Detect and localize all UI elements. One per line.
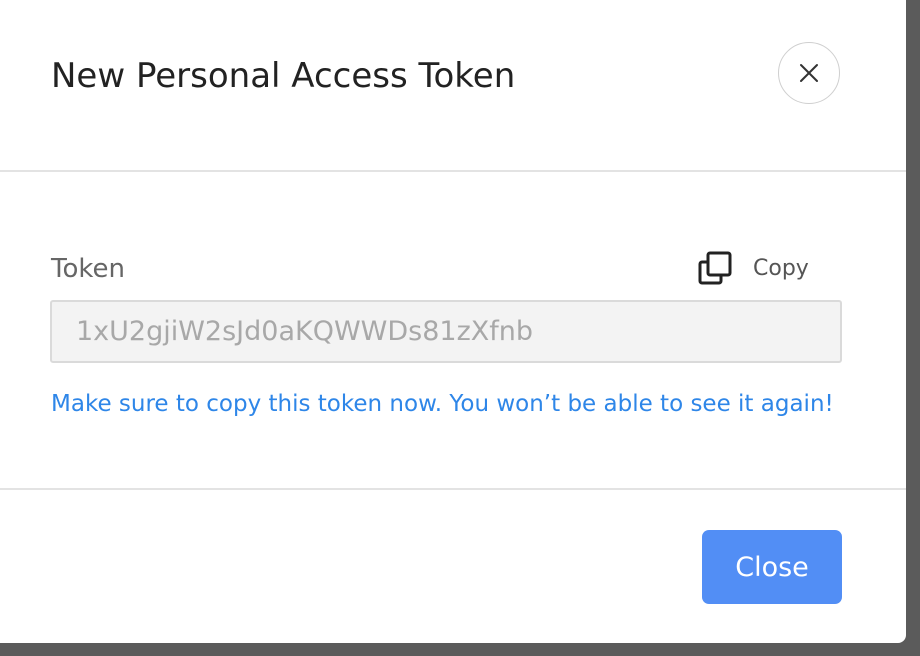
token-label: Token xyxy=(51,254,125,284)
modal-body: Token Copy Make sure to copy this token … xyxy=(0,172,906,490)
modal-close-button[interactable] xyxy=(778,42,840,104)
copy-icon xyxy=(698,251,732,285)
modal-header: New Personal Access Token xyxy=(0,0,906,172)
token-field[interactable] xyxy=(50,300,842,363)
copy-label: Copy xyxy=(753,256,809,281)
copy-warning-text: Make sure to copy this token now. You wo… xyxy=(51,391,834,417)
close-button[interactable]: Close xyxy=(702,530,842,604)
modal-footer: Close xyxy=(0,490,906,643)
modal-title: New Personal Access Token xyxy=(51,56,516,96)
token-modal: New Personal Access Token Token Copy Mak… xyxy=(0,0,906,643)
close-x-icon xyxy=(800,64,818,82)
